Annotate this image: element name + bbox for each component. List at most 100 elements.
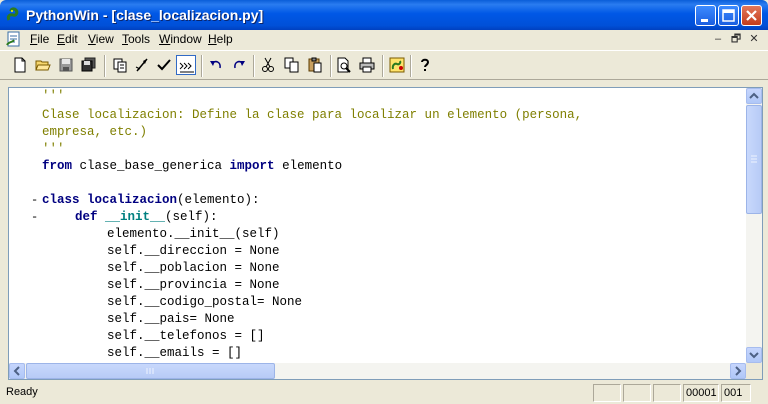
minimize-button[interactable] [695, 5, 716, 26]
chevron-right-icon [735, 366, 742, 376]
maximize-button[interactable] [718, 5, 739, 26]
save-all-button[interactable] [79, 55, 99, 75]
chevron-up-icon [749, 92, 759, 99]
close-button[interactable] [741, 5, 762, 26]
copy-button[interactable] [282, 55, 302, 75]
status-panel [653, 384, 681, 402]
maximize-icon [722, 9, 735, 22]
undo-button[interactable] [206, 55, 226, 75]
editor-frame: ''' Clase localizacion: Define la clase … [8, 87, 763, 380]
toolbar-separator [330, 55, 332, 77]
code-line: from clase_base_generica import elemento [42, 158, 342, 175]
mdi-minimize-button[interactable]: – [710, 33, 726, 46]
run-icon [135, 58, 148, 72]
help-button[interactable] [415, 55, 435, 75]
code-line: ''' [42, 142, 65, 156]
print-button[interactable] [357, 55, 377, 75]
python-app-icon [6, 7, 19, 21]
code-line: ''' [42, 89, 65, 103]
chevron-down-icon [749, 352, 759, 359]
copy-icon [284, 57, 299, 73]
indent-toggle-button[interactable] [176, 55, 196, 75]
status-column-number: 001 [721, 384, 751, 402]
title-bar[interactable]: PythonWin - [clase_localizacion.py] [0, 0, 768, 30]
mdi-restore-button[interactable]: 🗗 [728, 33, 744, 46]
code-line: self.__codigo_postal= None [107, 295, 303, 309]
fold-marker[interactable]: - [31, 192, 41, 209]
open-folder-icon [35, 60, 51, 71]
menu-edit[interactable]: Edit [57, 32, 78, 46]
menu-view[interactable]: View [88, 32, 114, 46]
code-text: clase_base_generica [72, 159, 230, 173]
code-line: self.__direccion = None [107, 244, 280, 258]
code-editor[interactable]: ''' Clase localizacion: Define la clase … [9, 88, 746, 363]
status-bar: Ready 00001 001 [0, 382, 768, 404]
print-icon [359, 57, 375, 73]
keyword: from [42, 159, 73, 173]
menu-window[interactable]: Window [159, 32, 202, 46]
scroll-up-button[interactable] [746, 88, 762, 104]
debug-button[interactable] [387, 55, 407, 75]
indent-icon [179, 62, 194, 73]
scroll-down-button[interactable] [746, 347, 762, 363]
minimize-icon [701, 19, 708, 22]
status-line-number: 00001 [683, 384, 719, 402]
debug-icon [389, 57, 405, 73]
toolbar-separator [104, 55, 106, 77]
print-preview-icon [337, 57, 351, 73]
status-panel [593, 384, 621, 402]
code-text: (elemento): [177, 193, 260, 207]
code-line: self.__poblacion = None [107, 261, 280, 275]
scrollbar-corner [746, 363, 762, 379]
menu-help[interactable]: Help [208, 32, 233, 46]
status-text: Ready [6, 386, 38, 398]
code-line: self.__emails = [] [107, 346, 243, 360]
save-button[interactable] [56, 55, 76, 75]
check-icon [157, 59, 171, 71]
document-icon[interactable] [6, 31, 22, 47]
keyword: def [75, 210, 98, 224]
status-panel [623, 384, 651, 402]
keyword: import [229, 159, 275, 173]
print-preview-button[interactable] [334, 55, 354, 75]
toolbar-separator [382, 55, 384, 77]
grip-icon [146, 368, 154, 374]
run-button[interactable] [132, 55, 152, 75]
copy-format-button[interactable] [110, 55, 130, 75]
new-file-button[interactable] [10, 55, 30, 75]
redo-icon [234, 60, 245, 69]
class-name: localizacion [87, 193, 178, 207]
fold-marker[interactable]: - [31, 209, 41, 226]
horizontal-scrollbar[interactable] [9, 363, 746, 379]
check-button[interactable] [154, 55, 174, 75]
open-button[interactable] [33, 55, 53, 75]
keyword: class [42, 193, 80, 207]
menu-file[interactable]: File [30, 32, 49, 46]
toolbar-separator [410, 55, 412, 77]
cut-icon [262, 57, 274, 72]
save-icon [59, 58, 73, 72]
menu-tools[interactable]: Tools [122, 32, 150, 46]
code-line: def __init__(self): [75, 209, 218, 226]
scroll-right-button[interactable] [730, 363, 746, 379]
code-line: elemento.__init__(self) [107, 227, 280, 241]
copy-format-icon [113, 58, 127, 73]
cut-button[interactable] [258, 55, 278, 75]
code-line: empresa, etc.) [42, 125, 148, 139]
horizontal-scroll-thumb[interactable] [26, 363, 275, 379]
grip-icon [751, 155, 757, 163]
toolbar-separator [201, 55, 203, 77]
vertical-scrollbar[interactable] [746, 88, 762, 363]
new-file-icon [14, 57, 26, 73]
vertical-scroll-thumb[interactable] [746, 105, 762, 214]
code-text: (self): [165, 210, 218, 224]
paste-button[interactable] [305, 55, 325, 75]
code-line: self.__provincia = None [107, 278, 280, 292]
mdi-close-button[interactable]: ✕ [746, 33, 762, 46]
toolbar-separator [253, 55, 255, 77]
redo-button[interactable] [229, 55, 249, 75]
toolbar [0, 50, 768, 80]
scroll-left-button[interactable] [9, 363, 25, 379]
help-icon [421, 58, 430, 71]
code-line: self.__telefonos = [] [107, 329, 265, 343]
